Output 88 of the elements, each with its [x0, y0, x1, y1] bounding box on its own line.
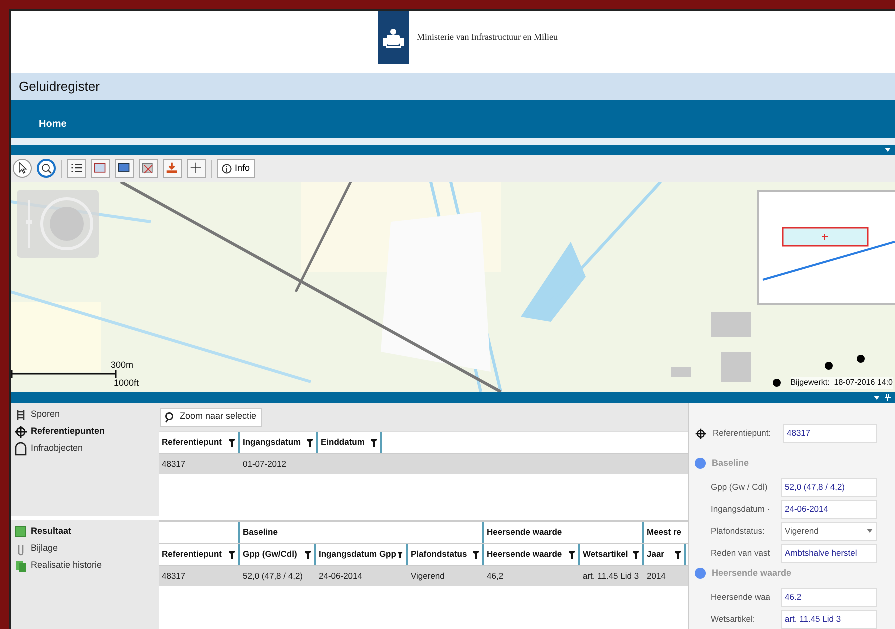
input-field[interactable]: 24-06-2014	[781, 500, 877, 518]
table-cell-text: 48317	[161, 458, 187, 471]
table-cell-text: 24-06-2014	[318, 570, 364, 583]
column-group-header: Meest re	[646, 526, 682, 540]
list-tool-button[interactable]	[67, 159, 86, 178]
filter-icon[interactable]	[371, 438, 377, 446]
pan-zoom-compass-icon	[25, 196, 95, 252]
dropdown-caret-icon[interactable]	[874, 396, 880, 400]
arch-icon	[15, 442, 27, 456]
input-field[interactable]: art. 11.45 Lid 3	[781, 610, 877, 629]
list-icon	[70, 162, 83, 175]
field-label: Reden van vast	[711, 546, 772, 560]
pointer-tool-button[interactable]	[13, 159, 32, 178]
sidebar-item[interactable]: Realisatie historie	[15, 558, 159, 573]
ministry-name: Ministerie van Infrastructuur en Milieu	[417, 30, 558, 44]
scale-label: 1000ft	[114, 379, 140, 388]
scale-label: 300m	[111, 361, 134, 370]
last-updated-label: Bijgewerkt: 18-07-2016 14:0	[790, 377, 893, 389]
filter-icon[interactable]	[229, 550, 235, 558]
dropdown-caret-icon	[867, 529, 873, 533]
section-title: Heersende waarde	[712, 567, 792, 580]
crosshair-icon	[190, 162, 203, 175]
magnifier-icon	[40, 162, 53, 175]
zoom-to-selection-button[interactable]: Zoom naar selectie	[160, 408, 262, 426]
table-cell-text: 48317	[161, 570, 187, 583]
crosshair-icon	[15, 424, 27, 438]
sidebar-item[interactable]: Infraobjecten	[15, 441, 159, 456]
input-field[interactable]: 52,0 (47,8 / 4,2)	[781, 478, 877, 496]
table-row[interactable]: 48317 01-07-2012	[159, 454, 688, 474]
scale-bar-icon	[11, 370, 117, 378]
input-field[interactable]: 48317	[783, 424, 877, 443]
filter-icon[interactable]	[305, 550, 311, 558]
search-icon	[165, 412, 176, 422]
table-row[interactable]: 48317 52,0 (47,8 / 4,2) 24-06-2014 Vigerend 46,2 art. 11.45 Lid 3 2014	[159, 566, 688, 586]
pin-icon[interactable]	[885, 394, 891, 401]
result-icon	[15, 524, 27, 538]
field-label: Wetsartikel:	[711, 613, 756, 626]
sidebar-item[interactable]: Sporen	[15, 407, 159, 422]
field-label: Ingangsdatum ·	[711, 502, 772, 516]
table-cell-text: Vigerend	[410, 570, 446, 583]
magnifier-tool-button[interactable]	[37, 159, 56, 178]
crosshair-tool-button[interactable]	[187, 159, 206, 178]
table-cell-text: 52,0 (47,8 / 4,2)	[242, 570, 304, 583]
section-bullet-icon	[695, 458, 706, 469]
sidebar-item[interactable]: Referentiepunten	[15, 424, 159, 439]
filter-icon[interactable]	[569, 550, 575, 558]
download-tool-button[interactable]	[163, 159, 182, 178]
map-layer-tool-button[interactable]	[91, 159, 110, 178]
filter-icon[interactable]	[473, 550, 479, 558]
app-title: Geluidregister	[19, 78, 100, 96]
filter-icon[interactable]	[675, 550, 681, 558]
column-header[interactable]: Jaar	[644, 544, 686, 565]
tracks-icon	[15, 408, 27, 422]
map-view[interactable]: 300m 1000ft Bijgewerkt: 18-07-2016 14:0	[11, 182, 895, 392]
monitor-icon	[118, 162, 131, 175]
info-button[interactable]: Info	[217, 159, 256, 178]
column-header[interactable]: Wetsartikel	[580, 544, 644, 565]
sidebar-item[interactable]: Bijlage	[15, 541, 159, 556]
table-cell-text: 01-07-2012	[242, 458, 288, 471]
clear-selection-tool-button[interactable]	[139, 159, 158, 178]
map-sheets-icon	[15, 558, 27, 572]
section-title: Baseline	[712, 456, 750, 470]
column-header[interactable]: Gpp (Gw/Cdl)	[240, 544, 316, 565]
sidebar-item[interactable]: Resultaat	[15, 524, 159, 539]
monitor-tool-button[interactable]	[115, 159, 134, 178]
map-layer-icon	[94, 162, 107, 175]
filter-icon[interactable]	[633, 550, 639, 558]
table-cell-text: art. 11.45 Lid 3	[582, 570, 640, 583]
field-label: Heersende waa	[711, 591, 772, 604]
filter-icon[interactable]	[398, 550, 403, 558]
field-label: Plafondstatus:	[711, 524, 766, 538]
filter-icon[interactable]	[229, 438, 235, 446]
dropdown-caret-icon[interactable]	[885, 148, 891, 152]
filter-icon[interactable]	[307, 438, 313, 446]
input-field[interactable]: 46.2	[781, 588, 877, 607]
field-label: Gpp (Gw / Cdl)	[711, 480, 769, 494]
input-field[interactable]: Ambtshalve herstel	[781, 544, 877, 562]
section-bullet-icon	[695, 568, 706, 580]
table-cell-text: 46,2	[486, 570, 505, 583]
pointer-icon	[16, 162, 29, 175]
crosshair-icon	[695, 428, 707, 440]
dropdown-field[interactable]: Vigerend	[781, 522, 877, 540]
table-cell-text: 2014	[646, 570, 667, 583]
info-icon	[222, 164, 232, 174]
field-label: Referentiepunt:	[713, 427, 772, 440]
download-icon	[166, 162, 179, 175]
nav-tab[interactable]: Home	[33, 117, 73, 132]
clear-selection-icon	[142, 162, 155, 175]
